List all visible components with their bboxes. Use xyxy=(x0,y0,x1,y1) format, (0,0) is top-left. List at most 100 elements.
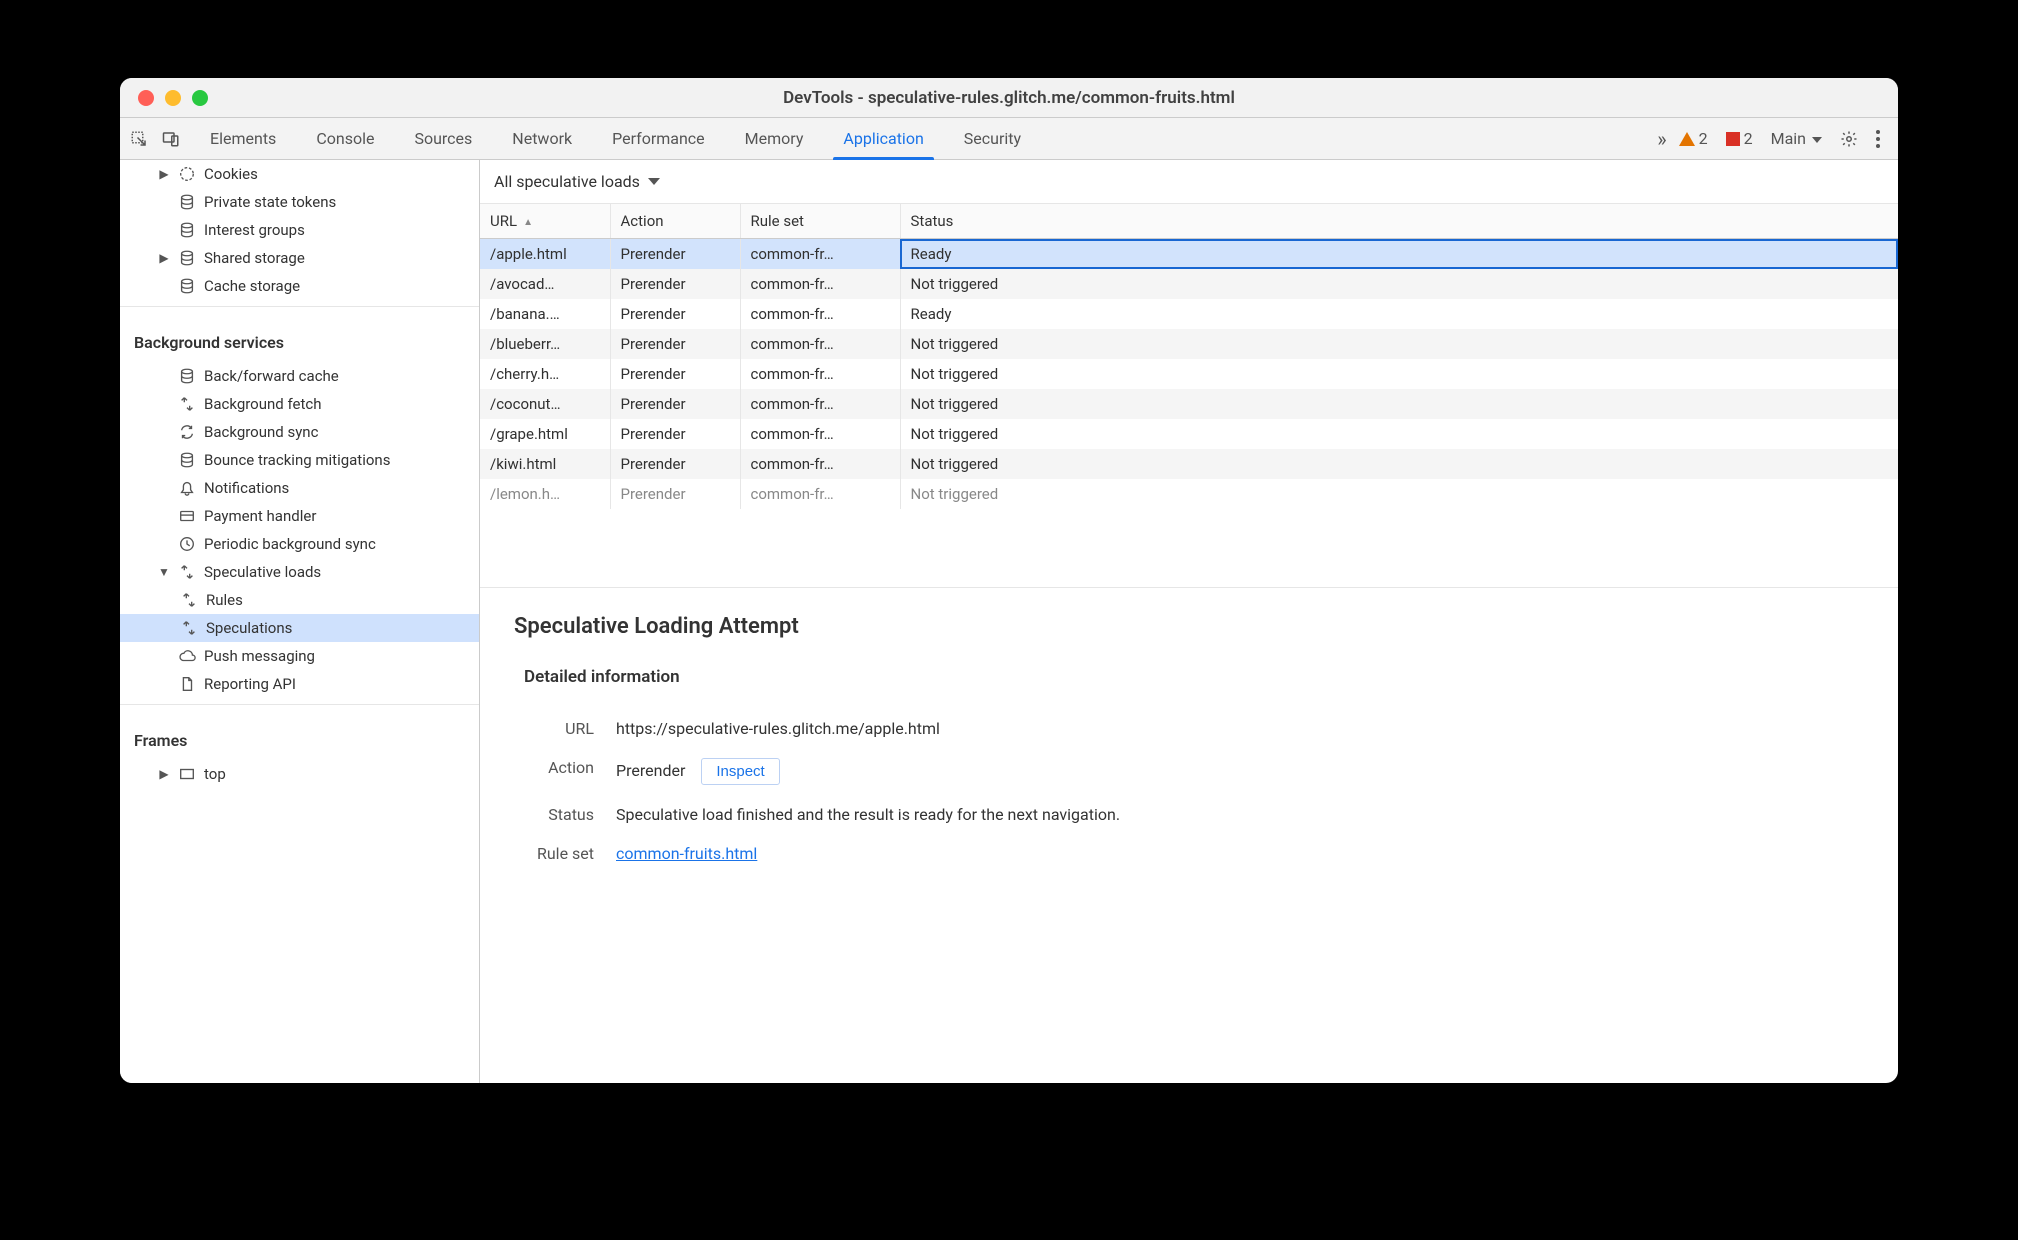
col-ruleset[interactable]: Rule set xyxy=(740,204,900,239)
sidebar-item-cookies[interactable]: ▶ Cookies xyxy=(120,160,479,188)
minimize-window-button[interactable] xyxy=(165,90,181,106)
table-row[interactable]: /lemon.h…Prerendercommon-fr…Not triggere… xyxy=(480,479,1898,509)
detail-url-label: URL xyxy=(524,719,594,738)
tab-performance[interactable]: Performance xyxy=(592,118,725,160)
database-icon xyxy=(178,221,196,239)
cell-url: /avocad… xyxy=(480,269,610,299)
cell-ruleset: common-fr… xyxy=(740,359,900,389)
device-toolbar-icon[interactable] xyxy=(162,130,180,148)
database-icon xyxy=(178,249,196,267)
sidebar-item-periodic[interactable]: Periodic background sync xyxy=(120,530,479,558)
sidebar-item-push[interactable]: Push messaging xyxy=(120,642,479,670)
errors-badge[interactable]: 2 xyxy=(1726,129,1753,148)
database-icon xyxy=(178,451,196,469)
cell-url: /cherry.h… xyxy=(480,359,610,389)
sidebar-item-bounce[interactable]: Bounce tracking mitigations xyxy=(120,446,479,474)
table-row[interactable]: /kiwi.htmlPrerendercommon-fr…Not trigger… xyxy=(480,449,1898,479)
sidebar-item-label: Background fetch xyxy=(204,395,321,413)
detail-ruleset-link[interactable]: common-fruits.html xyxy=(616,844,757,863)
sidebar-item-bg-fetch[interactable]: Background fetch xyxy=(120,390,479,418)
warning-count: 2 xyxy=(1699,129,1708,148)
sidebar-item-notifications[interactable]: Notifications xyxy=(120,474,479,502)
sidebar-item-label: Cookies xyxy=(204,165,258,183)
document-icon xyxy=(178,675,196,693)
sync-icon xyxy=(180,619,198,637)
tab-memory[interactable]: Memory xyxy=(725,118,824,160)
table-row[interactable]: /apple.htmlPrerendercommon-fr…Ready xyxy=(480,239,1898,270)
card-icon xyxy=(178,507,196,525)
close-window-button[interactable] xyxy=(138,90,154,106)
sidebar-group-bg: Background services xyxy=(120,313,479,362)
cell-action: Prerender xyxy=(610,389,740,419)
cell-ruleset: common-fr… xyxy=(740,269,900,299)
sidebar-item-cache-storage[interactable]: Cache storage xyxy=(120,272,479,300)
sidebar-item-bg-sync[interactable]: Background sync xyxy=(120,418,479,446)
tab-sources[interactable]: Sources xyxy=(394,118,492,160)
table-row[interactable]: /grape.htmlPrerendercommon-fr…Not trigge… xyxy=(480,419,1898,449)
col-action[interactable]: Action xyxy=(610,204,740,239)
sidebar-item-speculative[interactable]: ▼ Speculative loads xyxy=(120,558,479,586)
table-row[interactable]: /blueberr…Prerendercommon-fr…Not trigger… xyxy=(480,329,1898,359)
detail-action-value: Prerender xyxy=(616,761,685,780)
table-row[interactable]: /banana.…Prerendercommon-fr…Ready xyxy=(480,299,1898,329)
table-row[interactable]: /coconut…Prerendercommon-fr…Not triggere… xyxy=(480,389,1898,419)
inspect-element-icon[interactable] xyxy=(130,130,148,148)
cell-action: Prerender xyxy=(610,359,740,389)
sidebar-item-label: Rules xyxy=(206,591,243,609)
sidebar-item-speculations[interactable]: Speculations xyxy=(120,614,479,642)
detail-ruleset-label: Rule set xyxy=(524,844,594,863)
cell-url: /kiwi.html xyxy=(480,449,610,479)
error-square-icon xyxy=(1726,132,1740,146)
sidebar-item-shared-storage[interactable]: ▶ Shared storage xyxy=(120,244,479,272)
sidebar-item-private-tokens[interactable]: Private state tokens xyxy=(120,188,479,216)
cell-status: Not triggered xyxy=(900,329,1898,359)
cell-url: /apple.html xyxy=(480,239,610,270)
panel-tabs: Elements Console Sources Network Perform… xyxy=(190,118,1041,160)
database-icon xyxy=(178,193,196,211)
sidebar-item-top-frame[interactable]: ▶ top xyxy=(120,760,479,788)
tab-elements[interactable]: Elements xyxy=(190,118,296,160)
detail-subheading: Detailed information xyxy=(514,667,1864,687)
target-selector[interactable]: Main xyxy=(1771,129,1822,148)
cell-ruleset: common-fr… xyxy=(740,239,900,270)
sidebar-item-label: Push messaging xyxy=(204,647,315,665)
warning-triangle-icon xyxy=(1679,132,1695,146)
cell-action: Prerender xyxy=(610,299,740,329)
cell-url: /banana.… xyxy=(480,299,610,329)
inspect-button[interactable]: Inspect xyxy=(701,758,779,785)
cell-action: Prerender xyxy=(610,419,740,449)
cell-status: Not triggered xyxy=(900,479,1898,509)
clock-icon xyxy=(178,535,196,553)
cell-action: Prerender xyxy=(610,239,740,270)
filter-label: All speculative loads xyxy=(494,172,640,191)
sidebar-item-reporting[interactable]: Reporting API xyxy=(120,670,479,698)
tab-security[interactable]: Security xyxy=(944,118,1041,160)
sidebar-item-interest-groups[interactable]: Interest groups xyxy=(120,216,479,244)
sidebar-item-bf-cache[interactable]: Back/forward cache xyxy=(120,362,479,390)
database-icon xyxy=(178,367,196,385)
refresh-icon xyxy=(178,423,196,441)
maximize-window-button[interactable] xyxy=(192,90,208,106)
tab-network[interactable]: Network xyxy=(492,118,592,160)
error-count: 2 xyxy=(1744,129,1753,148)
cell-status: Not triggered xyxy=(900,449,1898,479)
warnings-badge[interactable]: 2 xyxy=(1679,129,1708,148)
tab-console[interactable]: Console xyxy=(296,118,394,160)
filter-dropdown[interactable]: All speculative loads xyxy=(494,172,660,191)
more-options-icon[interactable] xyxy=(1876,130,1880,148)
table-row[interactable]: /cherry.h…Prerendercommon-fr…Not trigger… xyxy=(480,359,1898,389)
cell-status: Ready xyxy=(900,239,1898,270)
cell-ruleset: common-fr… xyxy=(740,389,900,419)
col-status[interactable]: Status xyxy=(900,204,1898,239)
window-controls xyxy=(120,90,208,106)
sidebar-item-rules[interactable]: Rules xyxy=(120,586,479,614)
settings-icon[interactable] xyxy=(1840,130,1858,148)
col-url[interactable]: URL▲ xyxy=(480,204,610,239)
more-tabs-button[interactable]: » xyxy=(1657,127,1660,151)
tab-application[interactable]: Application xyxy=(823,118,943,160)
table-row[interactable]: /avocad…Prerendercommon-fr…Not triggered xyxy=(480,269,1898,299)
frame-icon xyxy=(178,765,196,783)
cell-ruleset: common-fr… xyxy=(740,419,900,449)
cell-status: Not triggered xyxy=(900,359,1898,389)
sidebar-item-payment[interactable]: Payment handler xyxy=(120,502,479,530)
